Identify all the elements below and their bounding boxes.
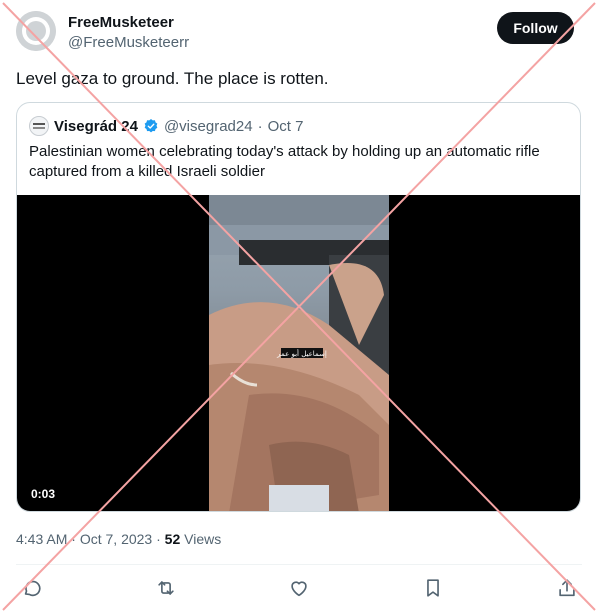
tweet-text: Level gaza to ground. The place is rotte… xyxy=(16,69,329,88)
like-button[interactable] xyxy=(288,577,312,601)
like-icon xyxy=(291,581,307,597)
author-avatar[interactable] xyxy=(16,11,56,51)
retweet-button[interactable] xyxy=(155,577,179,601)
quoted-tweet-text: Palestinian women celebrating today's at… xyxy=(29,143,540,180)
quoted-display-name: Visegrád 24 xyxy=(54,117,138,135)
verified-badge-icon xyxy=(144,119,158,133)
author-handle[interactable]: @FreeMusketeerr xyxy=(68,33,189,53)
author-display-name[interactable]: FreeMusketeer xyxy=(68,13,189,33)
tweet-date[interactable]: Oct 7, 2023 xyxy=(80,531,152,547)
default-avatar-icon xyxy=(16,11,56,51)
quoted-handle: @visegrad24 xyxy=(163,117,253,135)
video-caption: إسماعيل أبو عمر xyxy=(276,349,327,358)
video-frame: إسماعيل أبو عمر xyxy=(209,195,389,511)
meta-separator: · xyxy=(71,531,76,547)
video-thumbnail-image: إسماعيل أبو عمر xyxy=(209,195,389,511)
share-icon xyxy=(559,579,575,597)
meta-separator: · xyxy=(156,531,161,547)
action-bar xyxy=(16,577,582,603)
tweet-time[interactable]: 4:43 AM xyxy=(16,531,67,547)
quoted-avatar xyxy=(29,116,49,136)
follow-button[interactable]: Follow xyxy=(497,12,574,44)
views-count: 52 xyxy=(164,531,181,547)
visegrad-logo-icon xyxy=(33,123,45,129)
retweet-icon xyxy=(158,581,174,595)
video-duration: 0:03 xyxy=(31,487,56,501)
views-label: Views xyxy=(184,531,222,547)
reply-button[interactable] xyxy=(21,577,45,601)
quoted-date: Oct 7 xyxy=(267,117,304,135)
share-button[interactable] xyxy=(556,577,580,601)
tweet-header: FreeMusketeer @FreeMusketeerr Follow xyxy=(16,11,574,53)
quoted-separator: · xyxy=(257,117,263,135)
bookmark-icon xyxy=(427,579,439,597)
reply-icon xyxy=(24,580,41,597)
quoted-tweet[interactable]: Visegrád 24 @visegrad24 · Oct 7 Palestin… xyxy=(16,102,581,512)
bookmark-button[interactable] xyxy=(422,577,446,601)
quoted-tweet-header: Visegrád 24 @visegrad24 · Oct 7 xyxy=(29,116,303,136)
video-player[interactable]: إسماعيل أبو عمر 0:03 xyxy=(17,195,580,511)
divider xyxy=(16,564,582,565)
author-names: FreeMusketeer @FreeMusketeerr xyxy=(68,13,189,53)
tweet-meta: 4:43 AM · Oct 7, 2023 · 52 Views xyxy=(16,531,221,547)
